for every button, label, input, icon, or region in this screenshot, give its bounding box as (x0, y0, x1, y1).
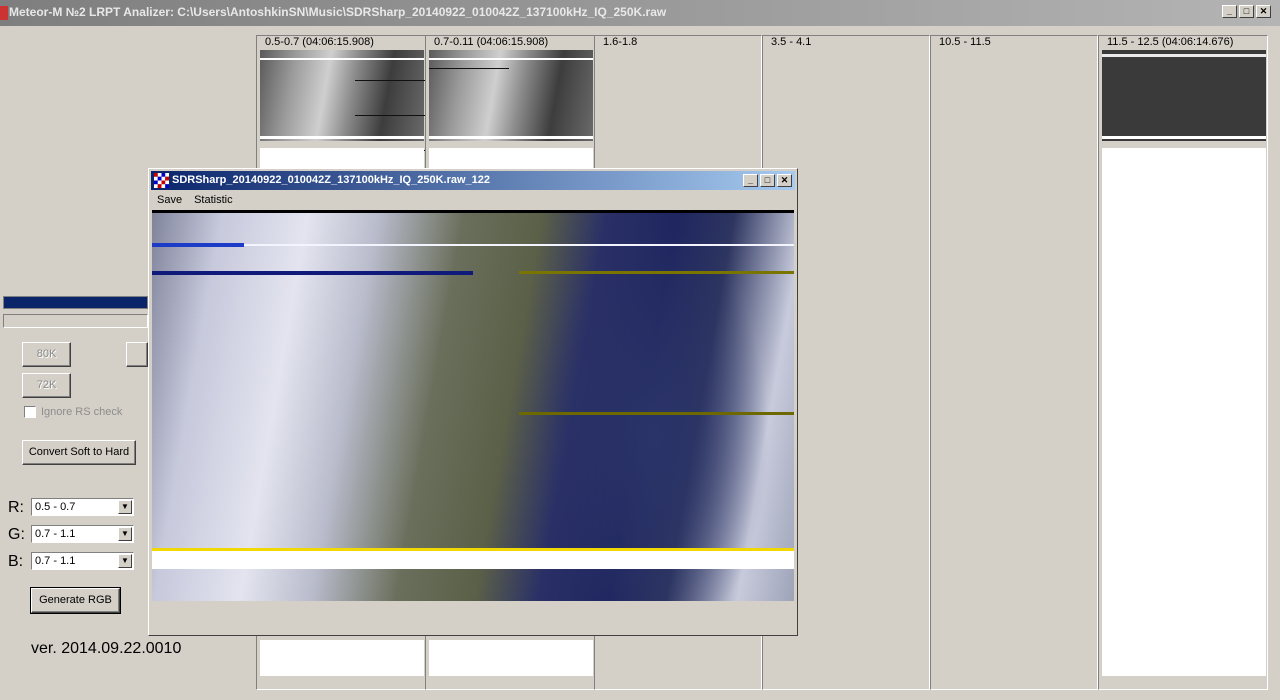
child-title-bar[interactable]: SDRSharp_20140922_010042Z_137100kHz_IQ_2… (151, 171, 795, 190)
checkbox-box[interactable] (24, 406, 36, 418)
chevron-down-icon[interactable]: ▼ (118, 527, 132, 541)
b-label: B: (8, 553, 24, 570)
main-title-bar: Meteor-M №2 LRPT Analizer: C:\Users\Anto… (0, 0, 1280, 26)
channel-thumbnail-bottom-1 (260, 640, 424, 676)
channel-thumbnail-blank-6 (1102, 148, 1266, 676)
channel-thumbnail-blank-2 (429, 148, 593, 168)
main-title-text: Meteor-M №2 LRPT Analizer: C:\Users\Anto… (9, 5, 667, 19)
channel-label-3: 1.6-1.8 (603, 36, 638, 48)
72k-button[interactable]: 72K (22, 373, 71, 398)
b-channel-value: 0.7 - 1.1 (35, 555, 76, 567)
80k-button[interactable]: 80K (22, 342, 71, 367)
channel-label-2: 0.7-0.11 (04:06:15.908) (434, 36, 549, 48)
channel-label-6: 11.5 - 12.5 (04:06:14.676) (1107, 36, 1234, 48)
channel-panel-5[interactable]: 10.5 - 11.5 (930, 35, 1098, 690)
menu-save[interactable]: Save (151, 191, 188, 209)
channel-label-4: 3.5 - 4.1 (771, 36, 812, 48)
hidden-button[interactable] (126, 342, 148, 367)
channel-thumbnail-blank-1 (260, 148, 424, 168)
channel-label-5: 10.5 - 11.5 (939, 36, 991, 48)
g-channel-select[interactable]: 0.7 - 1.1 ▼ (31, 525, 134, 543)
channel-panel-6[interactable]: 11.5 - 12.5 (04:06:14.676) (1098, 35, 1268, 690)
app-icon[interactable] (0, 6, 8, 20)
channel-label-1: 0.5-0.7 (04:06:15.908) (265, 36, 374, 48)
child-title-text: SDRSharp_20140922_010042Z_137100kHz_IQ_2… (172, 174, 491, 186)
rgb-image-window[interactable]: SDRSharp_20140922_010042Z_137100kHz_IQ_2… (148, 168, 798, 636)
child-maximize-button[interactable]: □ (760, 174, 775, 187)
app-icon (154, 173, 169, 188)
menu-statistic[interactable]: Statistic (188, 191, 239, 209)
minimize-button[interactable]: _ (1222, 5, 1237, 18)
rgb-satellite-image (152, 210, 794, 601)
g-label: G: (8, 526, 25, 543)
channel-thumbnail-6 (1102, 50, 1266, 141)
child-window-buttons: _ □ ✕ (743, 174, 792, 187)
channel-thumbnail-bottom-2 (429, 640, 593, 676)
b-channel-select[interactable]: 0.7 - 1.1 ▼ (31, 552, 134, 570)
maximize-button[interactable]: □ (1239, 5, 1254, 18)
generate-rgb-button[interactable]: Generate RGB (30, 587, 121, 614)
progress-bar-filled (3, 296, 148, 309)
version-label: ver. 2014.09.22.0010 (31, 640, 182, 657)
child-minimize-button[interactable]: _ (743, 174, 758, 187)
progress-bar-empty (3, 314, 148, 328)
child-menu-bar: Save Statistic (151, 191, 239, 209)
r-channel-value: 0.5 - 0.7 (35, 501, 76, 513)
ignore-rs-checkbox[interactable]: Ignore RS check (24, 406, 122, 418)
channel-thumbnail-2 (429, 50, 593, 141)
r-channel-select[interactable]: 0.5 - 0.7 ▼ (31, 498, 134, 516)
child-close-button[interactable]: ✕ (777, 174, 792, 187)
ignore-rs-label: Ignore RS check (41, 406, 123, 418)
chevron-down-icon[interactable]: ▼ (118, 500, 132, 514)
close-button[interactable]: ✕ (1256, 5, 1271, 18)
convert-soft-to-hard-button[interactable]: Convert Soft to Hard (22, 440, 136, 465)
r-label: R: (8, 499, 24, 516)
main-window-buttons: _ □ ✕ (1222, 5, 1271, 18)
chevron-down-icon[interactable]: ▼ (118, 554, 132, 568)
channel-thumbnail-1 (260, 50, 425, 151)
g-channel-value: 0.7 - 1.1 (35, 528, 76, 540)
